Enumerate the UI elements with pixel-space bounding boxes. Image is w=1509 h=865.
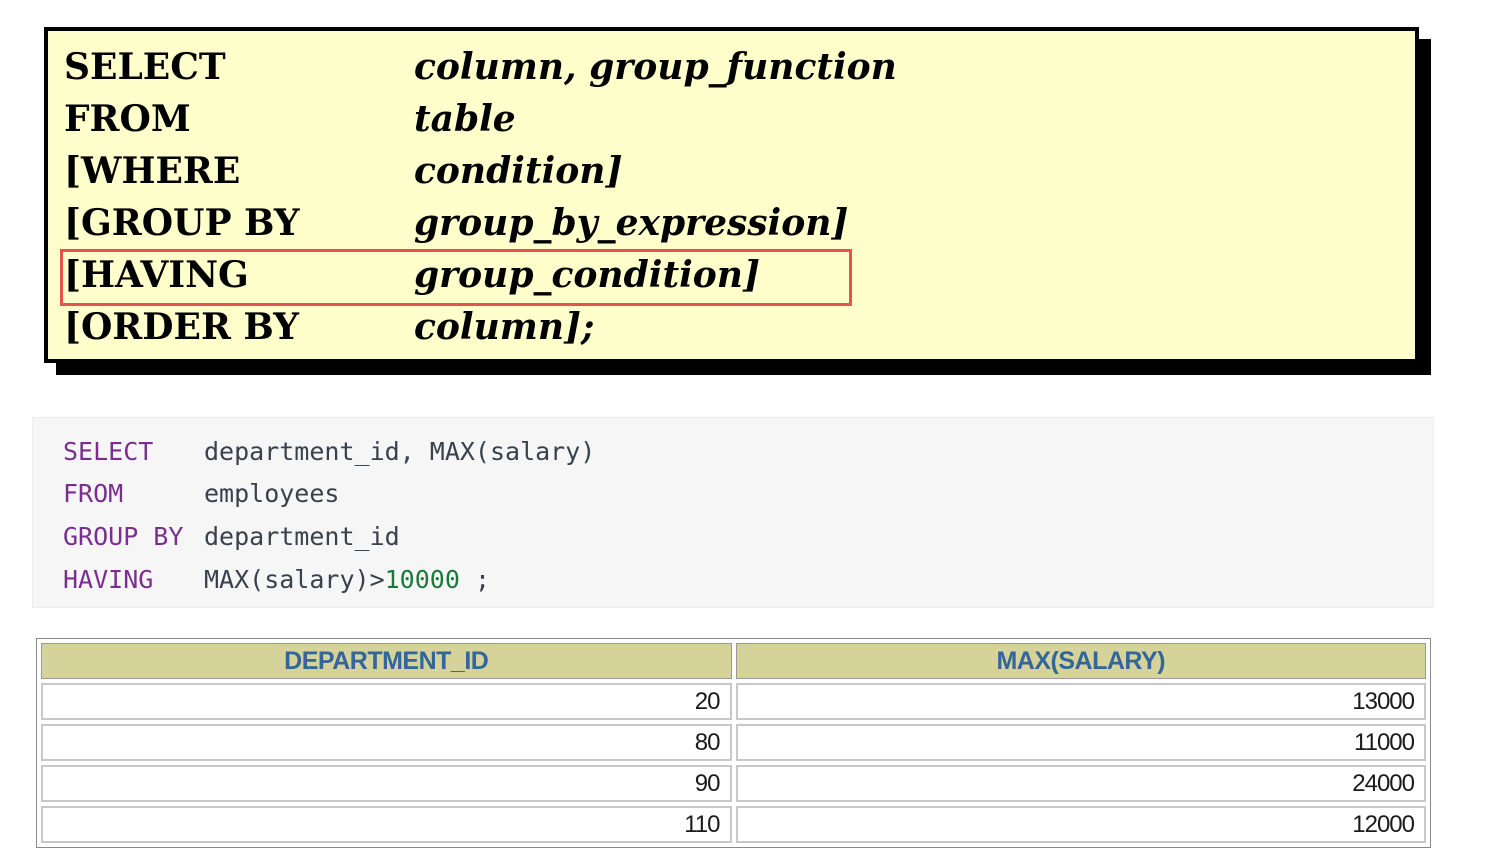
syntax-argument: condition] xyxy=(414,150,623,192)
syntax-keyword: [WHERE xyxy=(64,150,241,192)
cell-department-id: 110 xyxy=(41,806,732,843)
column-header-department-id: DEPARTMENT_ID xyxy=(41,643,732,679)
code-keyword: GROUP BY xyxy=(63,522,184,551)
cell-department-id: 90 xyxy=(41,765,732,802)
table-header-row: DEPARTMENT_ID MAX(SALARY) xyxy=(41,643,1426,679)
result-table: DEPARTMENT_ID MAX(SALARY) 20 13000 80 11… xyxy=(36,638,1431,848)
syntax-argument: table xyxy=(414,98,516,140)
code-text: employees xyxy=(204,479,340,508)
code-line-from: FROM employees xyxy=(63,472,339,515)
cell-department-id: 20 xyxy=(41,683,732,720)
syntax-line-select: SELECT column, group_function xyxy=(64,41,897,93)
table-row: 90 24000 xyxy=(41,765,1426,802)
code-line-group-by: GROUP BY department_id xyxy=(63,515,400,558)
column-header-max-salary: MAX(SALARY) xyxy=(735,643,1426,679)
syntax-argument: group_by_expression] xyxy=(414,202,849,244)
syntax-keyword: SELECT xyxy=(64,46,226,88)
syntax-line-order-by: [ORDER BY column]; xyxy=(64,301,594,353)
code-line-having: HAVING MAX(salary)>10000 ; xyxy=(63,558,490,601)
cell-max-salary: 12000 xyxy=(735,806,1426,843)
code-text-after: ; xyxy=(459,565,490,594)
code-keyword: HAVING xyxy=(63,565,154,594)
table-row: 110 12000 xyxy=(41,806,1426,843)
code-text-before: MAX(salary)> xyxy=(204,565,385,594)
code-line-select: SELECT department_id, MAX(salary) xyxy=(63,430,595,473)
table-row: 20 13000 xyxy=(41,683,1426,720)
cell-max-salary: 24000 xyxy=(735,765,1426,802)
table-row: 80 11000 xyxy=(41,724,1426,761)
code-block: SELECT department_id, MAX(salary) FROM e… xyxy=(32,417,1434,608)
cell-max-salary: 11000 xyxy=(735,724,1426,761)
code-text: department_id, MAX(salary) xyxy=(204,437,596,466)
code-number: 10000 xyxy=(384,565,460,594)
syntax-line-where: [WHERE condition] xyxy=(64,145,622,197)
syntax-line-group-by: [GROUP BY group_by_expression] xyxy=(64,197,848,249)
code-text: MAX(salary)>10000 ; xyxy=(204,558,490,601)
having-highlight-box xyxy=(60,249,852,306)
cell-max-salary: 13000 xyxy=(735,683,1426,720)
syntax-line-from: FROM table xyxy=(64,93,516,145)
cell-department-id: 80 xyxy=(41,724,732,761)
syntax-box: SELECT column, group_function FROM table… xyxy=(44,27,1419,363)
code-keyword: SELECT xyxy=(63,437,154,466)
code-keyword: FROM xyxy=(63,479,124,508)
syntax-keyword: FROM xyxy=(64,98,191,140)
syntax-keyword: [GROUP BY xyxy=(64,202,300,244)
syntax-keyword: [ORDER BY xyxy=(64,306,299,348)
code-text: department_id xyxy=(204,522,400,551)
syntax-argument: column]; xyxy=(414,306,595,348)
syntax-argument: column, group_function xyxy=(414,46,897,88)
